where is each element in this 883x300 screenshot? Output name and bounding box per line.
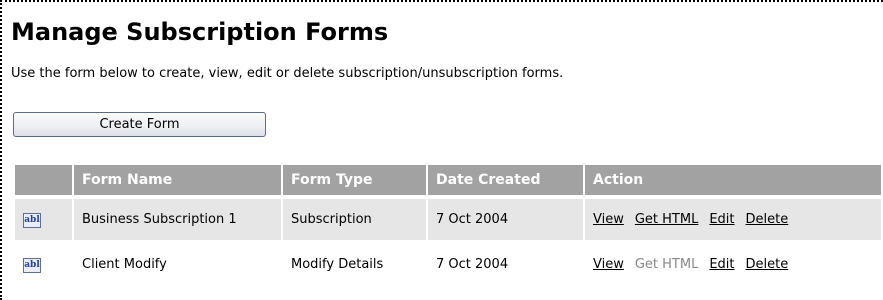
get-html-link[interactable]: Get HTML (635, 212, 698, 227)
table-row: abl Client Modify Modify Details 7 Oct 2… (15, 244, 881, 285)
form-name: Business Subscription 1 (74, 199, 281, 240)
text-field-icon: abl (23, 213, 41, 228)
table-header-row: Form Name Form Type Date Created Action (15, 165, 881, 195)
get-html-disabled: Get HTML (634, 257, 699, 272)
form-icon-cell: abl (15, 244, 72, 285)
action-cell: View Get HTML Edit Delete (585, 244, 881, 285)
edit-link[interactable]: Edit (709, 257, 734, 272)
view-link[interactable]: View (593, 212, 624, 227)
form-icon-cell: abl (15, 199, 72, 240)
page-intro: Use the form below to create, view, edit… (11, 66, 564, 81)
view-link[interactable]: View (593, 257, 624, 272)
column-header-icon (15, 165, 72, 195)
form-type: Subscription (283, 199, 426, 240)
forms-table: Form Name Form Type Date Created Action … (13, 165, 883, 285)
column-header-date-created: Date Created (428, 165, 583, 195)
date-created: 7 Oct 2004 (428, 244, 583, 285)
edit-link[interactable]: Edit (709, 212, 734, 227)
text-field-icon: abl (23, 258, 41, 273)
column-header-action: Action (585, 165, 881, 195)
column-header-form-name: Form Name (74, 165, 281, 195)
form-name: Client Modify (74, 244, 281, 285)
delete-link[interactable]: Delete (746, 257, 789, 272)
delete-link[interactable]: Delete (746, 212, 789, 227)
date-created: 7 Oct 2004 (428, 199, 583, 240)
column-header-form-type: Form Type (283, 165, 426, 195)
form-type: Modify Details (283, 244, 426, 285)
action-cell: View Get HTML Edit Delete (585, 199, 881, 240)
page-title: Manage Subscription Forms (11, 18, 389, 46)
create-form-button[interactable]: Create Form (13, 112, 266, 137)
table-row: abl Business Subscription 1 Subscription… (15, 199, 881, 240)
